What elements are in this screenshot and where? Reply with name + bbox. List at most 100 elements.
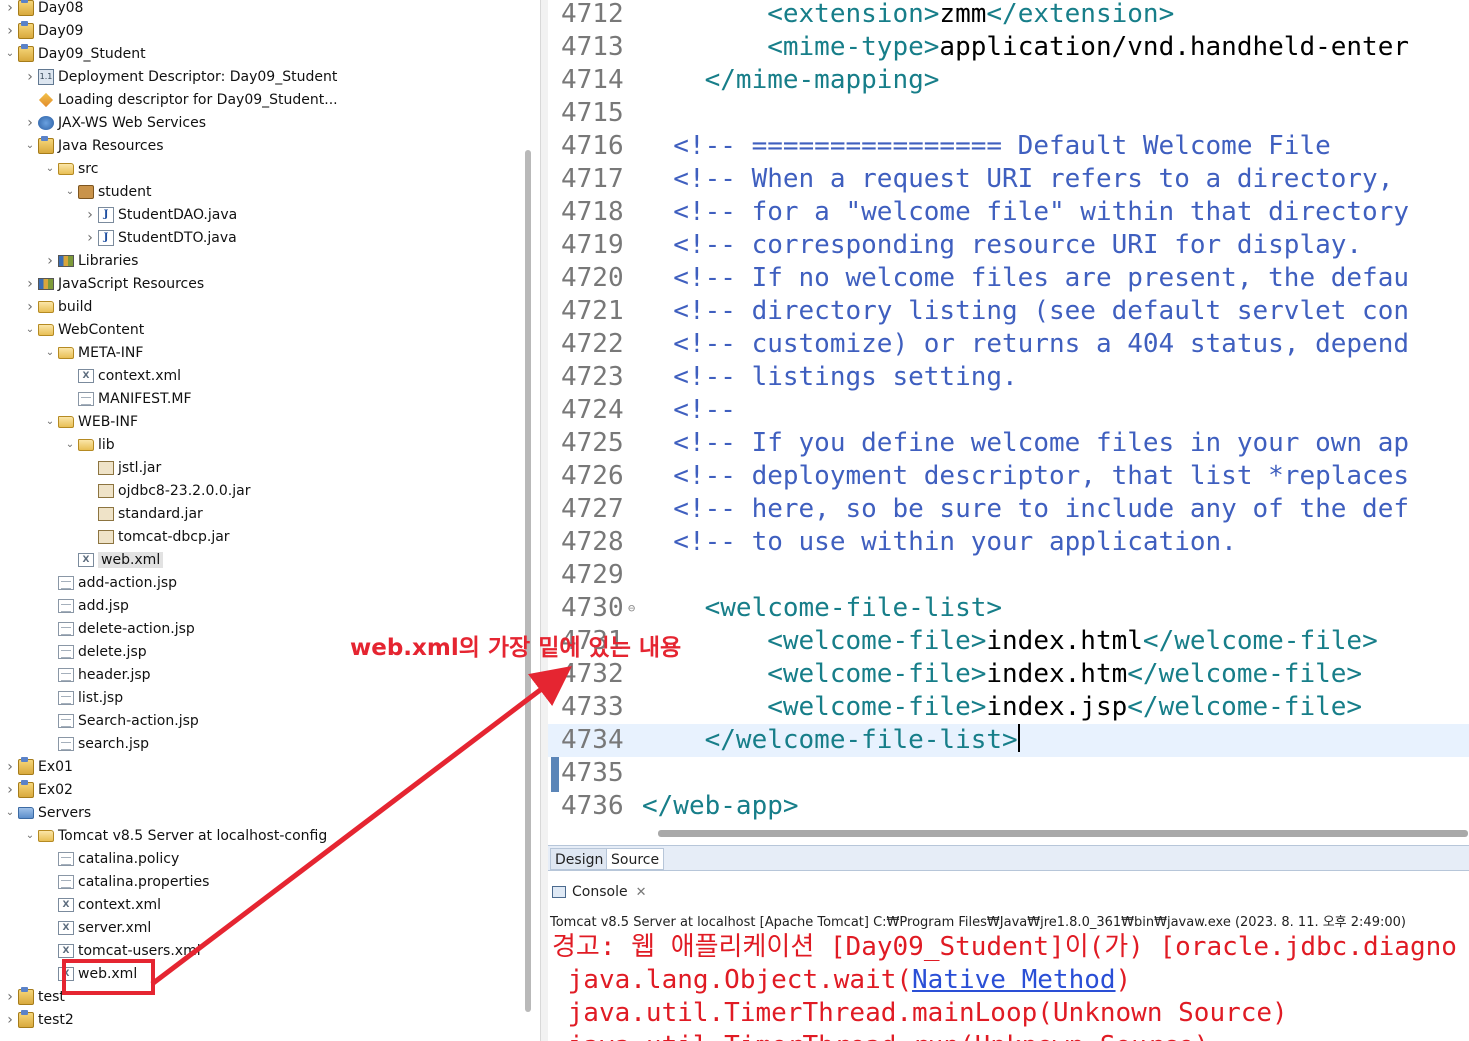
chevron-right-icon[interactable]: › [4, 0, 16, 19]
tree-item[interactable]: › Ex01 [0, 755, 522, 778]
chevron-right-icon[interactable]: › [4, 985, 16, 1008]
tree-item[interactable]: ⌄ WEB-INF [0, 410, 522, 433]
code-line[interactable]: 4734 </welcome-file-list> [548, 724, 1469, 757]
tree-item[interactable]: Xcontext.xml [0, 893, 522, 916]
chevron-right-icon[interactable]: › [24, 272, 36, 295]
tree-item[interactable]: ⌄ Day09_Student [0, 42, 522, 65]
tree-item[interactable]: ⌄ lib [0, 433, 522, 456]
chevron-right-icon[interactable]: › [44, 249, 56, 272]
code-line[interactable]: 4729 [548, 559, 1469, 592]
code-line[interactable]: 4723 <!-- listings setting. [548, 361, 1469, 394]
tree-item[interactable]: ojdbc8-23.2.0.0.jar [0, 479, 522, 502]
tree-item[interactable]: catalina.policy [0, 847, 522, 870]
code-line[interactable]: 4733 <welcome-file>index.jsp</welcome-fi… [548, 691, 1469, 724]
tree-item[interactable]: › Ex02 [0, 778, 522, 801]
code-line[interactable]: 4736 </web-app> [548, 790, 1469, 823]
tree-item[interactable]: jstl.jar [0, 456, 522, 479]
explorer-scrollbar[interactable] [525, 150, 531, 1012]
tree-item[interactable]: ⌄ Servers [0, 801, 522, 824]
chevron-down-icon[interactable]: ⌄ [4, 801, 16, 824]
tab-design[interactable]: Design [550, 848, 609, 870]
console-tab[interactable]: Console ✕ [548, 879, 1469, 905]
code-line[interactable]: 4718 <!-- for a "welcome file" within th… [548, 196, 1469, 229]
xml-source-editor[interactable]: 4712 <extension>zmm</extension> 4713 <mim… [548, 0, 1469, 845]
tree-item[interactable]: ⌄ META-INF [0, 341, 522, 364]
chevron-down-icon[interactable]: ⌄ [64, 180, 76, 203]
tree-item[interactable]: standard.jar [0, 502, 522, 525]
xml-icon: X [58, 920, 74, 935]
code-line[interactable]: 4732 <welcome-file>index.htm</welcome-fi… [548, 658, 1469, 691]
tree-item[interactable]: › J StudentDTO.java [0, 226, 522, 249]
chevron-right-icon[interactable]: › [84, 203, 96, 226]
tree-item[interactable]: ⌄ Tomcat v8.5 Server at localhost-config [0, 824, 522, 847]
editor-horizontal-scrollbar[interactable] [658, 830, 1468, 837]
line-number: 4729 [561, 560, 624, 590]
code-line[interactable]: 4721 <!-- directory listing (see default… [548, 295, 1469, 328]
tree-item[interactable]: › JavaScript Resources [0, 272, 522, 295]
tree-item[interactable]: › test2 [0, 1008, 522, 1031]
tree-item[interactable]: › build [0, 295, 522, 318]
close-icon[interactable]: ✕ [636, 885, 647, 900]
tree-item[interactable]: MANIFEST.MF [0, 387, 522, 410]
chevron-right-icon[interactable]: › [24, 295, 36, 318]
code-line[interactable]: 4722 <!-- customize) or returns a 404 st… [548, 328, 1469, 361]
tree-item[interactable]: ⌄ WebContent [0, 318, 522, 341]
chevron-down-icon[interactable]: ⌄ [24, 134, 36, 157]
tree-item[interactable]: › Libraries [0, 249, 522, 272]
code-line[interactable]: 4728 <!-- to use within your application… [548, 526, 1469, 559]
tree-item[interactable]: catalina.properties [0, 870, 522, 893]
tree-item[interactable]: search.jsp [0, 732, 522, 755]
chevron-right-icon[interactable]: › [84, 226, 96, 249]
tree-item[interactable]: Loading descriptor for Day09_Student... [0, 88, 522, 111]
tab-source[interactable]: Source [606, 848, 665, 870]
code-line[interactable]: 4712 <extension>zmm</extension> [548, 0, 1469, 31]
tree-item[interactable]: add-action.jsp [0, 571, 522, 594]
code-line[interactable]: 4735 [548, 757, 1469, 790]
chevron-right-icon[interactable]: › [24, 111, 36, 134]
chevron-down-icon[interactable]: ⌄ [44, 341, 56, 364]
code-line[interactable]: 4724 <!-- [548, 394, 1469, 427]
tree-item[interactable]: header.jsp [0, 663, 522, 686]
chevron-down-icon[interactable]: ⌄ [64, 433, 76, 456]
code-line[interactable]: 4716 <!-- ================ Default Welco… [548, 130, 1469, 163]
chevron-down-icon[interactable]: ⌄ [44, 157, 56, 180]
tree-item[interactable]: tomcat-dbcp.jar [0, 525, 522, 548]
tree-item[interactable]: Search-action.jsp [0, 709, 522, 732]
pane-splitter[interactable] [540, 0, 548, 1041]
code-line[interactable]: 4725 <!-- If you define welcome files in… [548, 427, 1469, 460]
code-line[interactable]: 4717 <!-- When a request URI refers to a… [548, 163, 1469, 196]
tree-item[interactable]: list.jsp [0, 686, 522, 709]
tree-item[interactable]: Xcontext.xml [0, 364, 522, 387]
tree-item[interactable]: ⌄ src [0, 157, 522, 180]
code-line[interactable]: 4715 [548, 97, 1469, 130]
code-line[interactable]: 4713 <mime-type>application/vnd.handheld… [548, 31, 1469, 64]
tree-item[interactable]: › Day09 [0, 19, 522, 42]
code-line[interactable]: 4727 <!-- here, so be sure to include an… [548, 493, 1469, 526]
code-line[interactable]: 4714 </mime-mapping> [548, 64, 1469, 97]
tree-item[interactable]: › J StudentDAO.java [0, 203, 522, 226]
chevron-right-icon[interactable]: › [4, 755, 16, 778]
fold-toggle-icon[interactable]: ⊖ [628, 592, 635, 625]
chevron-right-icon[interactable]: › [24, 65, 36, 88]
chevron-down-icon[interactable]: ⌄ [4, 42, 16, 65]
code-line[interactable]: 4730 ⊖ <welcome-file-list> [548, 592, 1469, 625]
code-line[interactable]: 4719 <!-- corresponding resource URI for… [548, 229, 1469, 262]
code-line[interactable]: 4720 <!-- If no welcome files are presen… [548, 262, 1469, 295]
tree-item[interactable]: › Day08 [0, 0, 522, 19]
tree-item[interactable]: › JAX-WS Web Services [0, 111, 522, 134]
tree-item[interactable]: › 1.1 Deployment Descriptor: Day09_Student [0, 65, 522, 88]
tree-item[interactable]: Xserver.xml [0, 916, 522, 939]
chevron-down-icon[interactable]: ⌄ [24, 318, 36, 341]
chevron-right-icon[interactable]: › [4, 778, 16, 801]
tree-item[interactable]: add.jsp [0, 594, 522, 617]
tree-item[interactable]: ⌄ Java Resources [0, 134, 522, 157]
chevron-down-icon[interactable]: ⌄ [24, 824, 36, 847]
native-method-link[interactable]: Native Method [912, 965, 1116, 995]
tree-item[interactable]: Xweb.xml [0, 548, 522, 571]
code-line[interactable]: 4726 <!-- deployment descriptor, that li… [548, 460, 1469, 493]
chevron-right-icon[interactable]: › [4, 19, 16, 42]
code-line[interactable]: 4731 <welcome-file>index.html</welcome-f… [548, 625, 1469, 658]
chevron-down-icon[interactable]: ⌄ [44, 410, 56, 433]
chevron-right-icon[interactable]: › [4, 1008, 16, 1031]
tree-item[interactable]: ⌄ student [0, 180, 522, 203]
